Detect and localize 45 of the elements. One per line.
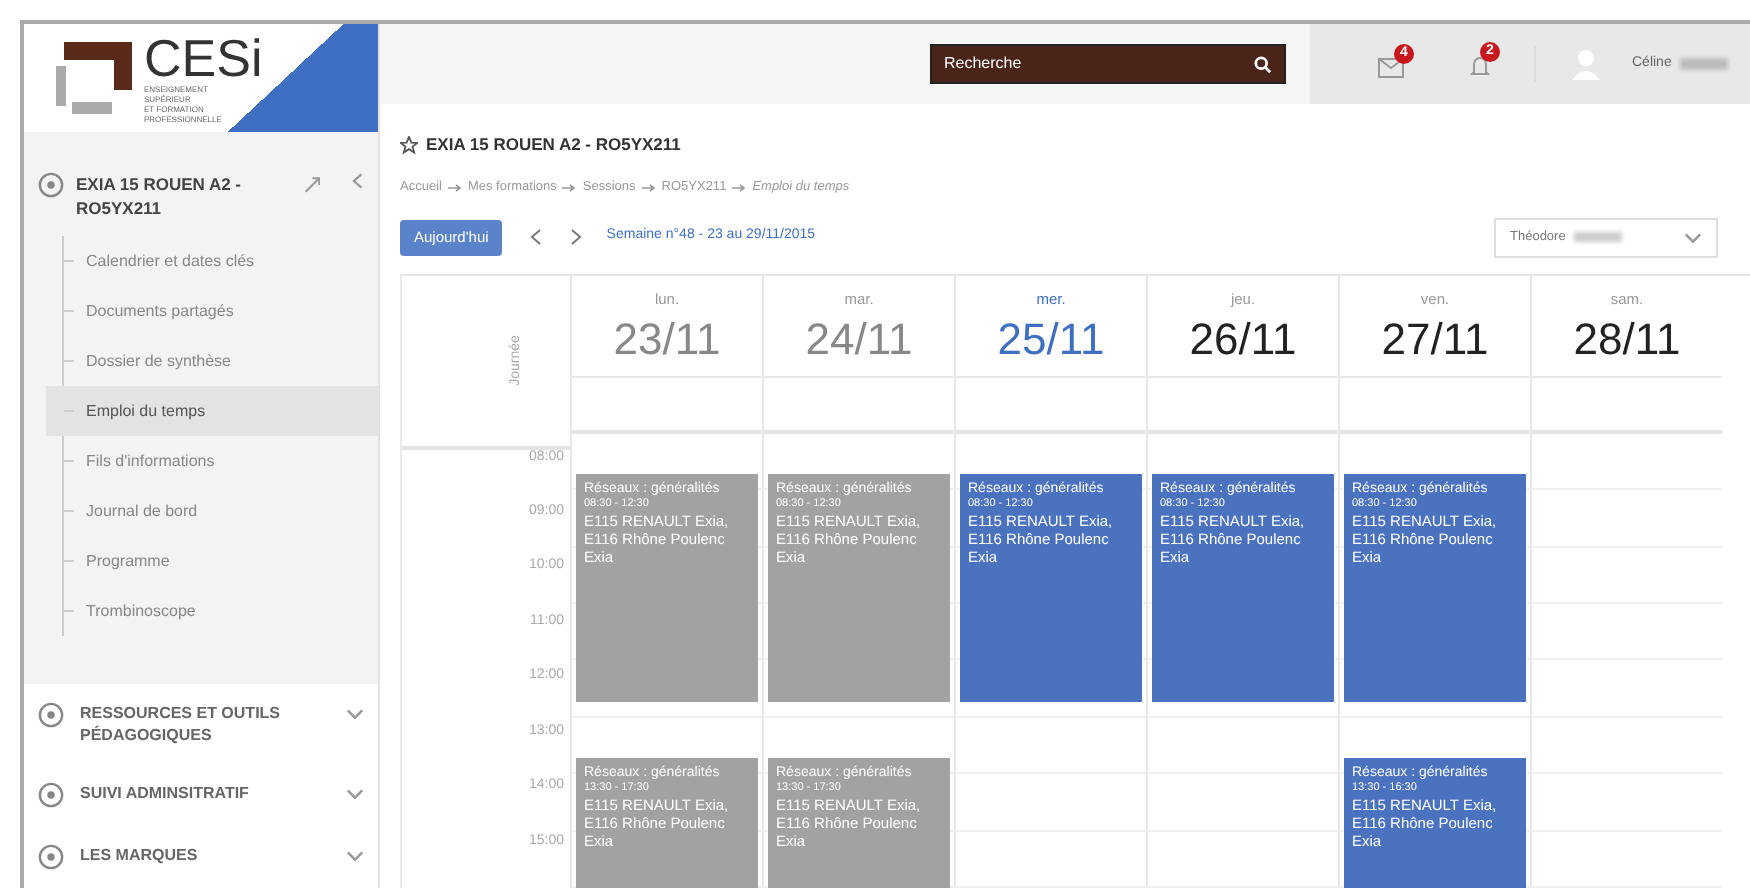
nav-item[interactable]: Documents partagés (46, 286, 378, 336)
expand-arrows-icon[interactable] (303, 176, 321, 194)
envelope-icon[interactable] (1378, 58, 1404, 78)
chevron-down-icon[interactable] (346, 708, 364, 720)
chevron-down-icon[interactable] (346, 850, 364, 862)
page-title: EXIA 15 ROUEN A2 - RO5YX211 (426, 132, 681, 158)
course-header[interactable]: EXIA 15 ROUEN A2 - RO5YX211 (24, 132, 378, 236)
arrow-right-icon (447, 183, 462, 192)
search-icon[interactable] (1254, 55, 1272, 73)
logo-wordmark: CESi (144, 32, 263, 84)
chevron-down-icon[interactable] (346, 788, 364, 800)
date-label: 26/11 (1189, 311, 1297, 368)
section-header[interactable]: LES MARQUES (24, 826, 378, 888)
circle-dot-icon (38, 702, 64, 728)
search-field[interactable]: Recherche (930, 44, 1286, 84)
redacted-text-block (1573, 232, 1622, 242)
chevron-left-icon[interactable] (352, 172, 364, 190)
arrow-right-icon (562, 183, 577, 192)
circle-dot-icon (38, 844, 64, 870)
nav-item[interactable]: Emploi du temps (46, 386, 378, 436)
chevron-right-icon[interactable] (570, 228, 583, 246)
star-icon[interactable] (400, 135, 418, 154)
nav-item[interactable]: Calendrier et dates clés (46, 236, 378, 286)
date-label: 28/11 (1573, 311, 1681, 368)
section-header[interactable]: SUIVI ADMINSITRATIF (24, 764, 378, 826)
date-label: 25/11 (997, 311, 1105, 368)
nav-item[interactable]: Trombinoscope (46, 586, 378, 636)
course-title: EXIA 15 ROUEN A2 - RO5YX211 (76, 172, 244, 220)
arrow-right-icon (732, 183, 747, 192)
section-header[interactable]: RESSOURCES ET OUTILS PÉDAGOGIQUES (24, 684, 378, 764)
chevron-down-icon[interactable] (1684, 231, 1702, 243)
nav-item[interactable]: Fils d'informations (46, 436, 378, 486)
redacted-text-block (1679, 58, 1728, 70)
search-input[interactable]: Recherche (944, 52, 1254, 76)
circle-dot-icon (38, 782, 64, 808)
circle-dot-icon (38, 172, 64, 198)
date-label: 23/11 (613, 311, 721, 368)
chevron-left-icon[interactable] (530, 228, 543, 246)
date-label: 27/11 (1381, 311, 1489, 368)
arrow-right-icon (641, 183, 656, 192)
bell-icon[interactable] (1470, 56, 1490, 78)
date-label: 24/11 (805, 311, 913, 368)
nav-item[interactable]: Programme (46, 536, 378, 586)
nav-item[interactable]: Dossier de synthèse (46, 336, 378, 386)
nav-item[interactable]: Journal de bord (46, 486, 378, 536)
